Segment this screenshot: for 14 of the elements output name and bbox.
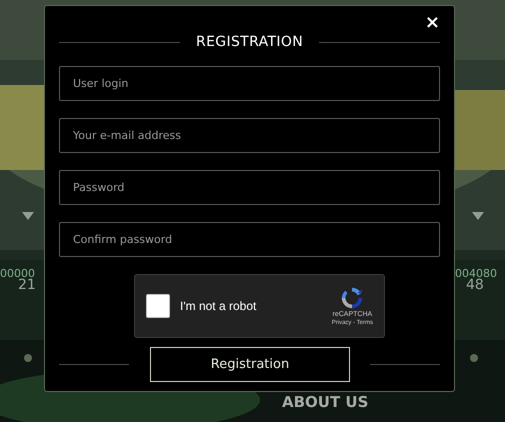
input-field[interactable]: Password [59,170,440,205]
input-field[interactable]: Confirm password [59,222,440,257]
captcha-label: I'm not a robot [180,298,258,315]
input-field[interactable]: Your e-mail address [59,118,440,153]
input-field[interactable]: User login [59,66,440,101]
ticker-text: 004080 [455,268,497,279]
counter-text: 48 [466,278,484,292]
dialog-title: REGISTRATION [196,32,304,52]
ticker-text: 00000 [0,268,35,279]
nav-link[interactable]: ABOUT US [282,395,368,410]
captcha-checkbox[interactable] [146,294,170,318]
registration-button[interactable]: Registration [150,347,350,382]
close-button[interactable]: × [424,14,440,32]
counter-text: 21 [18,278,36,292]
